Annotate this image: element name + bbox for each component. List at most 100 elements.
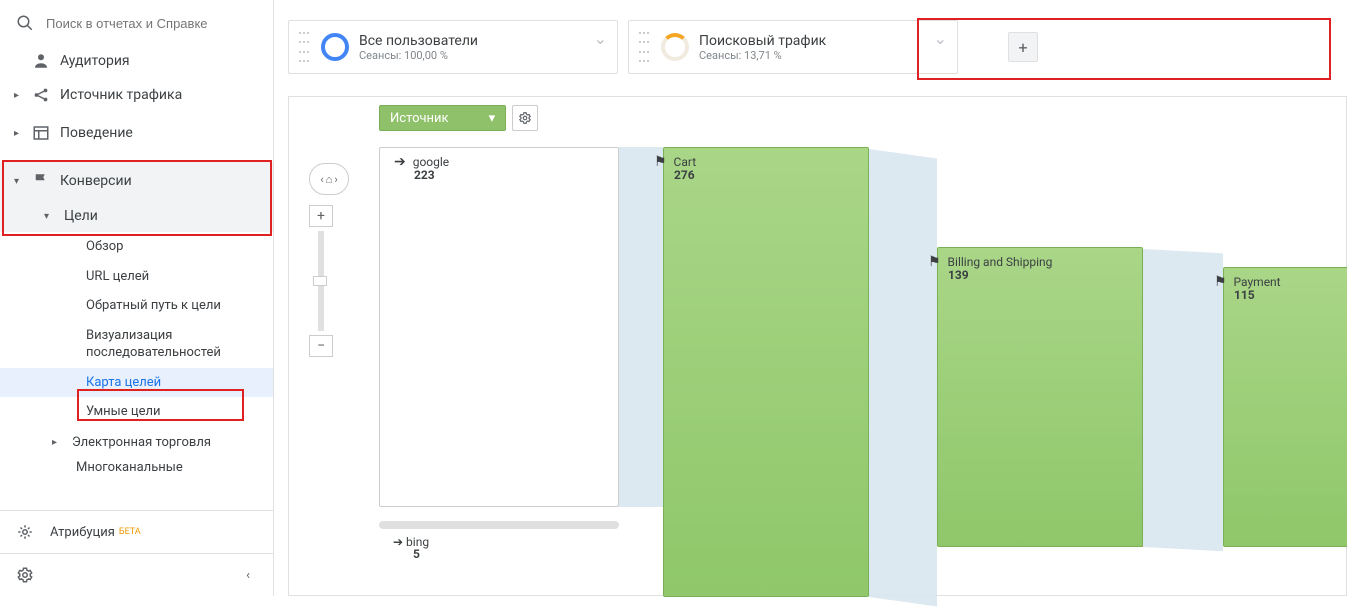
- nav-label: Цели: [64, 208, 98, 224]
- beta-badge: БЕТА: [119, 527, 141, 537]
- node-name: google: [413, 155, 449, 169]
- arrow-icon: ➔: [394, 154, 406, 170]
- nav-label: Обзор: [86, 238, 123, 256]
- attribution-icon: [14, 521, 36, 543]
- sidebar-item-attribution[interactable]: Атрибуция БЕТА: [0, 511, 274, 553]
- nav-label: Электронная торговля: [72, 435, 211, 450]
- sidebar-item-reverse-path[interactable]: Обратный путь к цели: [0, 291, 273, 321]
- nav-label: Многоканальные: [76, 460, 183, 475]
- collapse-icon[interactable]: ‹: [246, 568, 250, 583]
- nav-label: Обратный путь к цели: [86, 297, 221, 315]
- dropdown-label: Источник: [390, 111, 449, 126]
- node-count: 115: [1234, 288, 1281, 302]
- step-node-cart[interactable]: ⚑ Cart 276: [663, 147, 869, 597]
- zoom-out-button[interactable]: −: [309, 335, 333, 357]
- search-row: [0, 0, 273, 46]
- zoom-in-button[interactable]: +: [309, 205, 333, 227]
- nav-label: Карта целей: [86, 374, 161, 392]
- node-count: 139: [948, 268, 1052, 282]
- home-button[interactable]: ‹⌂›: [309, 163, 349, 195]
- chevron-down-icon: ▾: [489, 111, 496, 126]
- caret-down-icon: ▾: [14, 176, 26, 187]
- dimension-dropdown[interactable]: Источник ▾: [379, 105, 506, 131]
- sidebar-item-conversions[interactable]: ▾ Конверсии: [0, 162, 273, 200]
- segment-all-users[interactable]: Все пользователи Сеансы: 100,00 % ⌄: [288, 20, 618, 74]
- flow-link: [1143, 249, 1223, 551]
- nav-controls: ‹⌂› + −: [309, 163, 349, 357]
- nav-label: Умные цели: [86, 403, 161, 421]
- flag-icon: ⚑: [1214, 274, 1227, 290]
- sidebar-item-overview[interactable]: Обзор: [0, 232, 273, 262]
- segment-circle-icon: [321, 33, 349, 61]
- bottom-controls: ‹: [0, 553, 274, 596]
- node-count: 276: [674, 168, 696, 182]
- sidebar-item-goals[interactable]: ▾ Цели: [0, 200, 273, 232]
- flag-icon: ⚑: [928, 254, 941, 270]
- chevron-down-icon[interactable]: ⌄: [934, 29, 947, 48]
- sidebar-item-url-goals[interactable]: URL целей: [0, 262, 273, 292]
- arrow-icon: ➔: [393, 535, 403, 549]
- node-name: Billing and Shipping: [948, 255, 1053, 269]
- share-icon: [30, 84, 52, 106]
- annotation-highlight: [917, 18, 1331, 80]
- segment-row: Все пользователи Сеансы: 100,00 % ⌄ Поис…: [288, 20, 958, 74]
- source-node-google[interactable]: ➔ google 223: [379, 147, 619, 507]
- search-icon: [14, 12, 36, 34]
- caret-down-icon: ▾: [44, 211, 56, 222]
- person-icon: [30, 50, 52, 72]
- node-count: 5: [413, 547, 429, 561]
- sidebar-item-audience[interactable]: Аудитория: [0, 46, 273, 76]
- search-input[interactable]: [46, 16, 226, 31]
- viz-toolbar: Источник ▾: [379, 105, 538, 131]
- source-scrollbar[interactable]: [379, 521, 619, 529]
- sidebar-item-goal-map[interactable]: Карта целей: [0, 368, 273, 398]
- caret-icon: ▸: [52, 437, 64, 448]
- segment-title: Поисковый трафик: [699, 33, 826, 49]
- goal-flow-viz: Источник ▾ ‹⌂› + − ⇩ ➔ google: [288, 96, 1347, 596]
- flow-link: [869, 149, 937, 607]
- nav-label: Поведение: [60, 125, 133, 141]
- caret-icon: ▸: [14, 128, 26, 139]
- source-node-bing[interactable]: ➔ bing 5: [393, 535, 429, 561]
- sidebar-item-smart-goals[interactable]: Умные цели: [0, 397, 273, 427]
- sidebar-item-ecommerce[interactable]: ▸ Электронная торговля: [0, 427, 273, 458]
- chevron-down-icon[interactable]: ⌄: [594, 29, 607, 48]
- drag-handle-icon[interactable]: [639, 28, 651, 66]
- node-count: 223: [414, 168, 449, 182]
- nav-label: Источник трафика: [60, 87, 182, 103]
- nav-label: URL целей: [86, 268, 149, 286]
- zoom-thumb[interactable]: [313, 276, 327, 286]
- segment-subtitle: Сеансы: 100,00 %: [359, 49, 478, 62]
- zoom-control: + −: [309, 205, 333, 357]
- step-node-billing[interactable]: ⚑ Billing and Shipping 139: [937, 247, 1143, 547]
- sidebar: Аудитория ▸ Источник трафика ▸ Поведение…: [0, 0, 274, 596]
- nav-label: Конверсии: [60, 173, 132, 189]
- segment-title: Все пользователи: [359, 33, 478, 49]
- drag-handle-icon[interactable]: [299, 28, 311, 66]
- bottom-bar: Атрибуция БЕТА ‹: [0, 510, 274, 596]
- flag-icon: ⚑: [654, 154, 667, 170]
- add-segment-button[interactable]: +: [1008, 32, 1038, 62]
- segment-subtitle: Сеансы: 13,71 %: [699, 49, 826, 62]
- flag-icon: [30, 170, 52, 192]
- segment-search-traffic[interactable]: Поисковый трафик Сеансы: 13,71 % ⌄: [628, 20, 958, 74]
- nav-label: Визуализация последовательностей: [86, 327, 259, 362]
- segment-circle-icon: [661, 33, 689, 61]
- home-icon: ⌂: [326, 173, 333, 186]
- node-name: Payment: [1234, 275, 1281, 289]
- node-name: Cart: [674, 155, 697, 169]
- sidebar-item-behavior[interactable]: ▸ Поведение: [0, 114, 273, 152]
- nav-label: Атрибуция: [50, 525, 115, 540]
- nav-label: Аудитория: [60, 53, 130, 69]
- main-area: Все пользователи Сеансы: 100,00 % ⌄ Поис…: [274, 0, 1347, 596]
- caret-icon: ▸: [14, 90, 26, 101]
- zoom-slider[interactable]: [318, 231, 324, 331]
- sidebar-item-traffic-source[interactable]: ▸ Источник трафика: [0, 76, 273, 114]
- step-node-payment[interactable]: ⚑ Payment 115: [1223, 267, 1347, 547]
- gear-icon[interactable]: [14, 564, 36, 586]
- sidebar-item-funnel-viz[interactable]: Визуализация последовательностей: [0, 321, 273, 368]
- sidebar-item-multichannel[interactable]: Многоканальные: [0, 458, 273, 483]
- settings-button[interactable]: [512, 105, 538, 131]
- layout-icon: [30, 122, 52, 144]
- flow-link: [619, 147, 663, 507]
